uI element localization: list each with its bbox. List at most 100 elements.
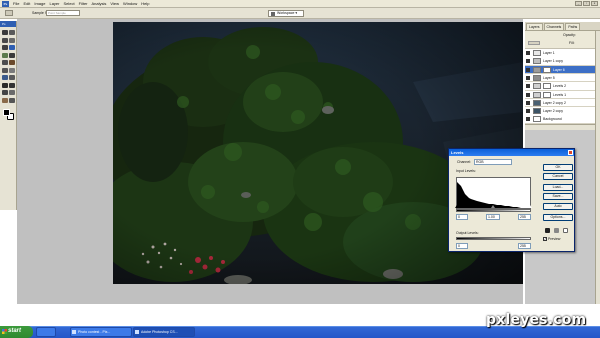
menu-layer[interactable]: Layer [49,1,59,6]
crop-tool-icon[interactable] [2,45,8,50]
quick-select-tool-icon[interactable] [9,37,15,43]
levels-title: Levels [449,149,574,156]
toolbox-header: Ps [0,21,16,27]
tab-layers[interactable]: Layers [526,23,543,30]
stamp-tool-icon[interactable] [2,60,8,65]
layer-row[interactable]: Layer 1 [525,49,600,58]
healing-tool-icon[interactable] [2,52,8,58]
layer-name: Levels 2 [553,84,567,89]
eye-icon[interactable] [526,117,530,122]
panel-tabs: Layers Channels Paths [525,22,600,31]
input-white-slider[interactable] [528,205,532,208]
minimize-button[interactable]: _ [575,1,582,6]
eye-icon[interactable] [526,92,530,97]
tab-channels[interactable]: Channels [543,23,565,30]
menu-help[interactable]: Help [141,1,149,6]
pen-tool-icon[interactable] [2,82,8,88]
eye-icon[interactable] [526,84,530,89]
layer-row[interactable]: Levels 2 [525,82,600,91]
load-button[interactable]: Load... [543,184,573,191]
tab-paths[interactable]: Paths [565,23,581,30]
eye-icon[interactable] [526,100,530,105]
menu-filter[interactable]: Filter [79,1,88,6]
task-browser[interactable]: Photo contest - Pix... [70,327,132,337]
layer-mask-thumbnail [543,83,551,90]
close-button[interactable]: x [591,1,598,6]
eye-icon[interactable] [526,51,530,55]
eye-icon[interactable] [526,75,530,80]
layer-name: Layer 2 copy 2 [543,100,566,105]
menu-analysis[interactable]: Analysis [92,1,107,6]
input-black-slider[interactable] [455,205,459,208]
options-button[interactable]: Options... [543,214,573,221]
layer-row[interactable]: Layer 6 [525,65,600,75]
lock-icons[interactable] [528,41,540,45]
output-black-field[interactable]: 0 [456,243,468,249]
type-tool-icon[interactable] [9,82,15,88]
layer-row[interactable]: Levels 1 [525,90,600,99]
layer-thumbnail [533,50,541,56]
workspace-button[interactable]: Workspace ▾ [268,10,304,17]
eyedropper-tool-icon[interactable] [5,10,13,16]
foreground-color-swatch[interactable] [3,109,10,116]
layer-name: Layer 6 [553,67,565,72]
lasso-tool-icon[interactable] [2,37,8,43]
path-select-tool-icon[interactable] [2,90,8,95]
quick-launch[interactable] [36,327,56,337]
layer-name: Layer 1 copy [543,59,564,64]
eye-icon[interactable] [526,67,530,72]
start-button[interactable]: start [0,326,33,338]
restore-button[interactable]: ▫ [583,1,590,6]
panel-scrollbar[interactable] [595,31,600,304]
gradient-tool-icon[interactable] [9,67,15,73]
menu-edit[interactable]: Edit [23,1,30,6]
preview-checkbox[interactable]: ✓ [543,237,547,241]
menu-image[interactable]: Image [34,1,45,6]
close-icon[interactable] [568,150,573,155]
shape-tool-icon[interactable] [9,90,15,95]
layer-row[interactable]: Layer 5 [525,73,600,83]
eyedropper-tool-icon[interactable] [9,45,15,50]
opacity-label: Opacity: [563,33,576,37]
move-tool-icon[interactable] [2,30,8,35]
eraser-tool-icon[interactable] [2,67,8,73]
input-gamma-slider[interactable] [491,205,495,208]
task-photoshop[interactable]: Adobe Photoshop CS... [133,327,195,337]
eye-icon[interactable] [526,59,530,64]
layer-row[interactable]: Background [525,115,600,124]
output-white-field[interactable]: 255 [518,243,531,249]
layer-mask-thumbnail [543,91,551,98]
layer-thumbnail [533,108,541,115]
white-eyedropper-icon[interactable] [563,228,568,233]
cancel-button[interactable]: Cancel [543,173,573,180]
black-eyedropper-icon[interactable] [545,228,550,233]
layer-row[interactable]: Layer 2 copy 2 [525,98,600,108]
input-black-field[interactable]: 0 [456,214,468,220]
layer-row[interactable]: Layer 1 copy [525,57,600,66]
dodge-tool-icon[interactable] [9,75,15,80]
sample-size-select[interactable]: Point Sample [46,10,80,16]
eye-icon[interactable] [526,109,530,114]
menu-view[interactable]: View [110,1,119,6]
ok-button[interactable]: OK [543,164,573,171]
menu-window[interactable]: Window [123,1,137,6]
layer-thumbnail [533,66,541,73]
layer-thumbnail [533,91,541,98]
auto-button[interactable]: Auto [543,203,573,210]
channel-select[interactable]: RGB [474,159,512,165]
brush-tool-icon[interactable] [9,52,15,58]
watermark: pxleyes.com [486,312,587,328]
menu-file[interactable]: File [13,1,19,6]
layer-row[interactable]: Layer 2 copy [525,107,600,116]
input-gamma-field[interactable]: 1.00 [486,214,500,220]
hand-tool-icon[interactable] [2,97,8,103]
input-white-field[interactable]: 255 [518,214,531,220]
history-brush-tool-icon[interactable] [9,60,15,65]
menu-select[interactable]: Select [64,1,75,6]
gray-eyedropper-icon[interactable] [554,228,559,233]
save-button[interactable]: Save... [543,193,573,200]
zoom-tool-icon[interactable] [9,97,15,103]
marquee-tool-icon[interactable] [9,30,15,35]
blur-tool-icon[interactable] [2,75,8,80]
windows-logo-icon [2,329,7,334]
